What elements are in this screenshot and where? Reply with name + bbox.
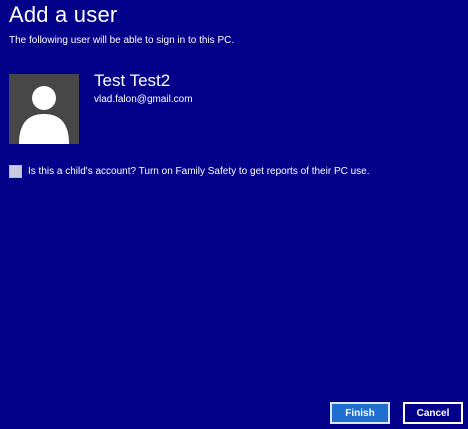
user-email: vlad.falon@gmail.com — [94, 94, 193, 105]
user-silhouette-icon — [19, 86, 69, 144]
page-title: Add a user — [9, 2, 118, 27]
cancel-button[interactable]: Cancel — [403, 402, 463, 424]
user-name: Test Test2 — [94, 71, 171, 90]
family-safety-checkbox[interactable] — [9, 165, 22, 178]
family-safety-row[interactable]: Is this a child's account? Turn on Famil… — [9, 165, 370, 178]
avatar — [9, 74, 79, 144]
page-subtitle: The following user will be able to sign … — [9, 35, 235, 46]
finish-button[interactable]: Finish — [330, 402, 390, 424]
family-safety-label: Is this a child's account? Turn on Famil… — [28, 166, 370, 177]
